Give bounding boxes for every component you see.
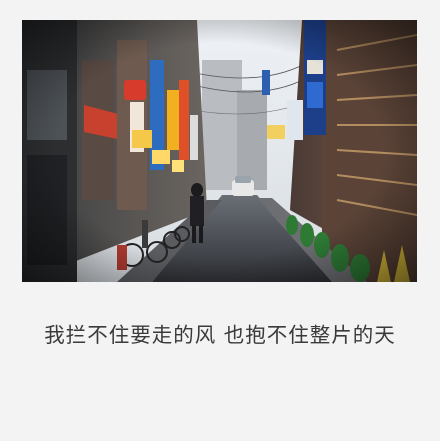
- street-photo[interactable]: [22, 20, 417, 282]
- caption-text: 我拦不住要走的风 也抱不住整片的天: [44, 323, 396, 347]
- post-card: 我拦不住要走的风 也抱不住整片的天: [0, 0, 440, 441]
